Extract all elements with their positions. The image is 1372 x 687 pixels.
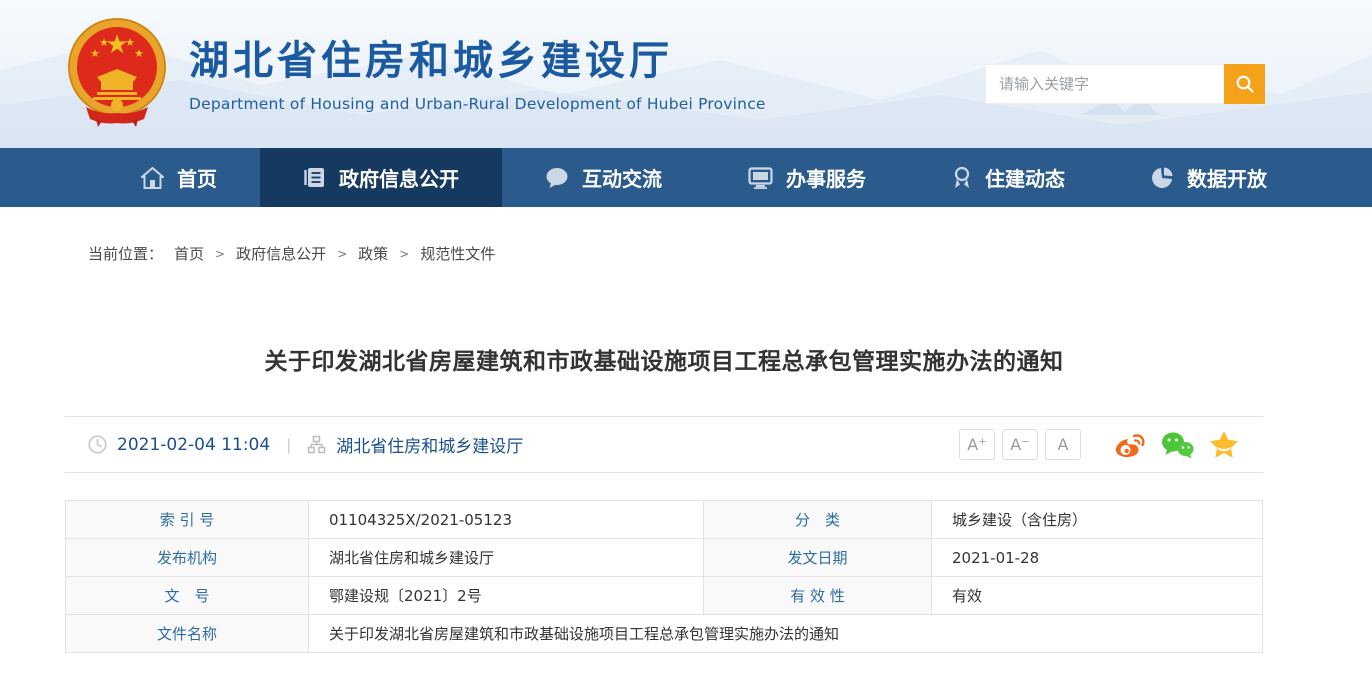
meta-separator: | bbox=[286, 436, 291, 454]
field-label-validity: 有 效 性 bbox=[704, 577, 932, 615]
article-meta-right: A⁺ A⁻ A bbox=[952, 429, 1239, 460]
breadcrumb-link-home[interactable]: 首页 bbox=[174, 243, 204, 264]
nav-item-label: 首页 bbox=[177, 163, 217, 192]
source-org-icon bbox=[307, 435, 326, 454]
search-input[interactable] bbox=[985, 64, 1224, 104]
field-label-index-number: 索 引 号 bbox=[66, 501, 309, 539]
field-value-category: 城乡建设（含住房） bbox=[932, 501, 1263, 539]
field-label-doc-name: 文件名称 bbox=[66, 615, 309, 653]
field-label-category: 分 类 bbox=[704, 501, 932, 539]
table-row: 文件名称 关于印发湖北省房屋建筑和市政基础设施项目工程总承包管理实施办法的通知 bbox=[66, 615, 1263, 653]
article-meta-left: 2021-02-04 11:04 | 湖北省住房和城乡建设厅 bbox=[88, 432, 523, 457]
qzone-icon[interactable] bbox=[1209, 430, 1239, 459]
wechat-icon[interactable] bbox=[1161, 431, 1194, 459]
breadcrumb-separator: > bbox=[399, 247, 409, 261]
search-button[interactable] bbox=[1224, 64, 1265, 104]
nav-item-label: 数据开放 bbox=[1187, 163, 1267, 192]
field-value-issuing-agency: 湖北省住房和城乡建设厅 bbox=[309, 539, 704, 577]
field-value-index-number: 01104325X/2021-05123 bbox=[309, 501, 704, 539]
nav-item-services[interactable]: 办事服务 bbox=[705, 148, 909, 207]
clock-icon bbox=[88, 435, 107, 454]
nav-item-news[interactable]: 住建动态 bbox=[909, 148, 1108, 207]
monitor-icon bbox=[748, 167, 773, 189]
weibo-icon[interactable] bbox=[1114, 431, 1146, 459]
nav-item-home[interactable]: 首页 bbox=[98, 148, 260, 207]
breadcrumb: 当前位置： 首页 > 政府信息公开 > 政策 > 规范性文件 bbox=[88, 243, 1372, 264]
breadcrumb-link-policy[interactable]: 政策 bbox=[358, 243, 388, 264]
nav-item-open-data[interactable]: 数据开放 bbox=[1108, 148, 1310, 207]
article-title: 关于印发湖北省房屋建筑和市政基础设施项目工程总承包管理实施办法的通知 bbox=[65, 342, 1263, 376]
field-label-issue-date: 发文日期 bbox=[704, 539, 932, 577]
document-icon bbox=[303, 166, 326, 189]
article-content: 关于印发湖北省房屋建筑和市政基础设施项目工程总承包管理实施办法的通知 2021-… bbox=[65, 342, 1263, 653]
field-value-doc-name: 关于印发湖北省房屋建筑和市政基础设施项目工程总承包管理实施办法的通知 bbox=[309, 615, 1263, 653]
article-meta-bar: 2021-02-04 11:04 | 湖北省住房和城乡建设厅 A⁺ A⁻ A bbox=[65, 416, 1263, 473]
breadcrumb-label: 当前位置： bbox=[88, 243, 163, 264]
table-row: 文 号 鄂建设规〔2021〕2号 有 效 性 有效 bbox=[66, 577, 1263, 615]
pie-chart-icon bbox=[1151, 166, 1174, 189]
site-subtitle: Department of Housing and Urban-Rural De… bbox=[189, 95, 766, 113]
site-title: 湖北省住房和城乡建设厅 bbox=[189, 28, 766, 86]
svg-text:★: ★ bbox=[99, 36, 109, 49]
font-size-reset-button[interactable]: A bbox=[1045, 429, 1081, 460]
breadcrumb-link-gov-info[interactable]: 政府信息公开 bbox=[236, 243, 326, 264]
breadcrumb-separator: > bbox=[337, 247, 347, 261]
field-value-issue-date: 2021-01-28 bbox=[932, 539, 1263, 577]
chat-bubble-icon bbox=[545, 167, 569, 189]
font-size-increase-button[interactable]: A⁺ bbox=[959, 429, 995, 460]
breadcrumb-separator: > bbox=[215, 247, 225, 261]
field-label-doc-number: 文 号 bbox=[66, 577, 309, 615]
font-size-decrease-button[interactable]: A⁻ bbox=[1002, 429, 1038, 460]
table-row: 发布机构 湖北省住房和城乡建设厅 发文日期 2021-01-28 bbox=[66, 539, 1263, 577]
badge-icon bbox=[952, 166, 972, 189]
home-icon bbox=[141, 167, 164, 189]
site-header: ★ ★ ★ ★ ★ 湖北省住房和城乡建设厅 Department of Hous… bbox=[0, 0, 1372, 148]
publish-time: 2021-02-04 11:04 bbox=[117, 435, 270, 455]
nav-item-label: 政府信息公开 bbox=[339, 163, 459, 192]
nav-item-gov-info[interactable]: 政府信息公开 bbox=[260, 148, 502, 207]
nav-item-label: 办事服务 bbox=[786, 163, 866, 192]
search-icon bbox=[1234, 73, 1256, 95]
nav-item-interaction[interactable]: 互动交流 bbox=[502, 148, 705, 207]
field-value-validity: 有效 bbox=[932, 577, 1263, 615]
field-label-issuing-agency: 发布机构 bbox=[66, 539, 309, 577]
article-source: 湖北省住房和城乡建设厅 bbox=[336, 432, 523, 457]
nav-item-label: 住建动态 bbox=[985, 163, 1065, 192]
table-row: 索 引 号 01104325X/2021-05123 分 类 城乡建设（含住房） bbox=[66, 501, 1263, 539]
main-nav: 首页 政府信息公开 互动交流 办事服务 住建 bbox=[0, 148, 1372, 207]
site-identity: 湖北省住房和城乡建设厅 Department of Housing and Ur… bbox=[189, 28, 766, 113]
national-emblem-logo[interactable]: ★ ★ ★ ★ ★ bbox=[66, 15, 168, 131]
svg-text:★: ★ bbox=[134, 47, 144, 60]
nav-item-label: 互动交流 bbox=[582, 163, 662, 192]
breadcrumb-link-normative-docs[interactable]: 规范性文件 bbox=[420, 243, 495, 264]
field-value-doc-number: 鄂建设规〔2021〕2号 bbox=[309, 577, 704, 615]
document-info-table: 索 引 号 01104325X/2021-05123 分 类 城乡建设（含住房）… bbox=[65, 500, 1263, 653]
site-search bbox=[985, 64, 1265, 104]
